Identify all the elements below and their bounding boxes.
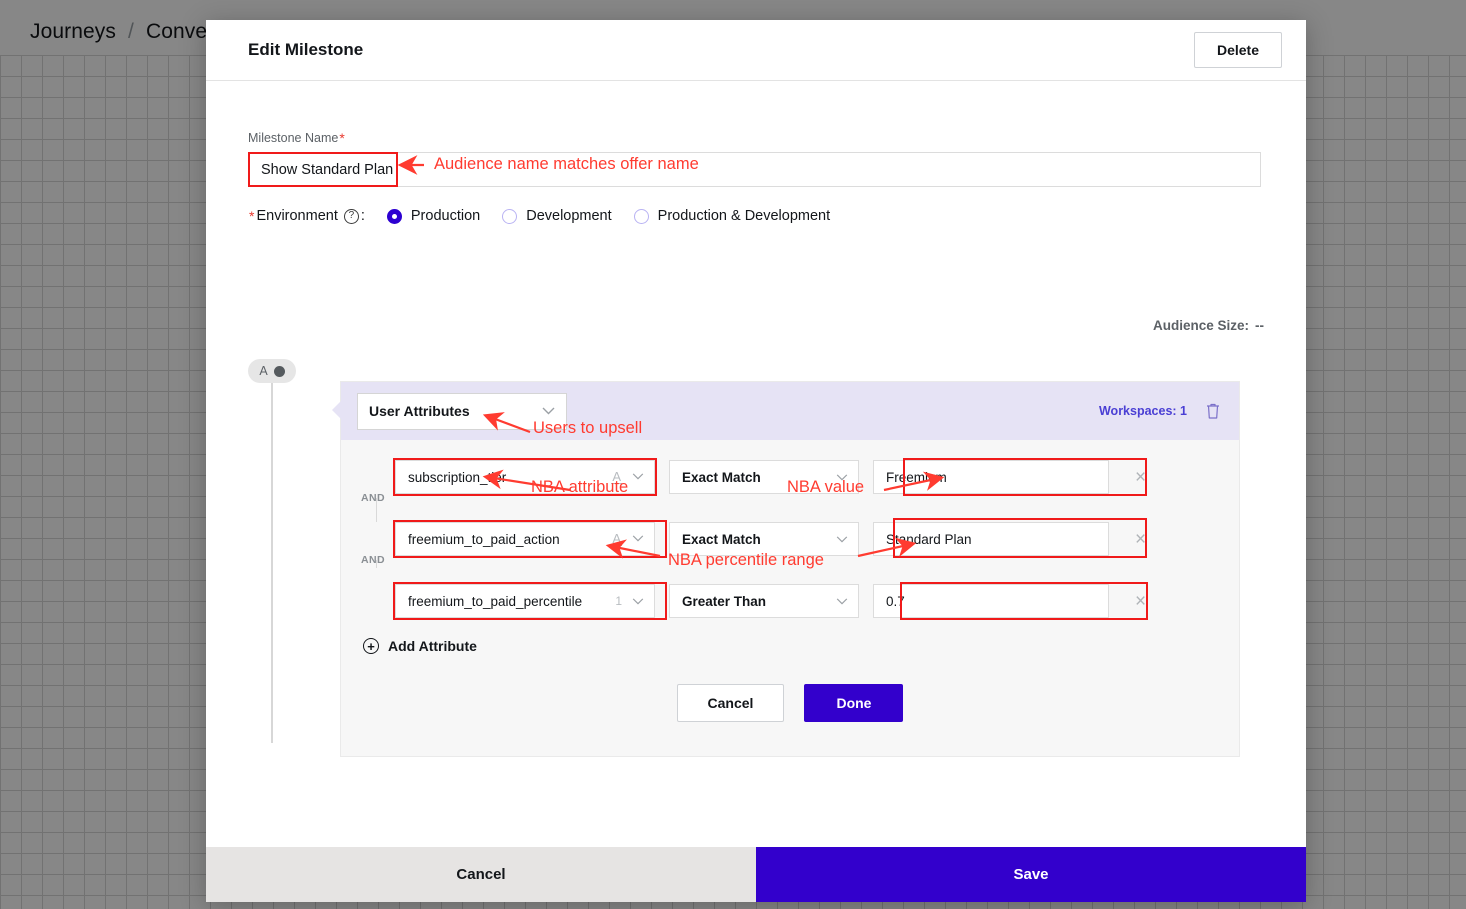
radio-development[interactable]: Development [502, 208, 612, 224]
table-row: freemium_to_paid_percentile 1 Greater Th… [393, 578, 1148, 624]
condition-row-wrap-2: AND freemium_to_paid_action A Exact Matc… [341, 492, 1239, 562]
chevron-down-icon [632, 597, 644, 605]
environment-required-asterisk: * [249, 208, 255, 224]
add-attribute-label: Add Attribute [388, 638, 477, 654]
attribute-value-3: freemium_to_paid_percentile [408, 593, 583, 609]
attribute-select-2[interactable]: freemium_to_paid_action A [395, 522, 655, 556]
edit-milestone-modal: Edit Milestone Delete Milestone Name* * … [206, 20, 1306, 902]
audience-size: Audience Size: -- [1153, 318, 1264, 333]
value-text-2: Standard Plan [886, 531, 972, 547]
environment-row: * Environment ? : Production Development… [248, 208, 1264, 224]
operator-value-2: Exact Match [682, 531, 761, 547]
and-label-1: AND [361, 492, 385, 504]
operator-value-3: Greater Than [682, 593, 767, 609]
chevron-down-icon [836, 535, 848, 543]
and-label-2: AND [361, 554, 385, 566]
radio-icon-development[interactable] [502, 208, 518, 224]
milestone-name-input[interactable] [248, 152, 1261, 187]
branch-badge-dot-icon [273, 365, 285, 377]
milestone-name-label: Milestone Name* [248, 131, 1264, 145]
branch-stem-line [271, 383, 273, 743]
condition-rows: subscription_tier A Exact Match Freemium… [341, 440, 1239, 756]
operator-select-1[interactable]: Exact Match [669, 460, 859, 494]
environment-label: Environment [256, 208, 338, 224]
radio-icon-production[interactable] [386, 208, 402, 224]
attribute-group-header: User Attributes Workspaces: 1 [332, 382, 1239, 440]
chevron-down-icon [632, 473, 644, 481]
milestone-name-label-text: Milestone Name [248, 131, 339, 145]
modal-title: Edit Milestone [248, 40, 364, 59]
add-attribute-button[interactable]: + Add Attribute [341, 624, 1239, 654]
attribute-group-card: User Attributes Workspaces: 1 subscripti… [332, 381, 1240, 757]
audience-size-label: Audience Size: [1152, 318, 1249, 333]
value-text-3: 0.7 [886, 593, 905, 609]
value-text-1: Freemium [886, 469, 947, 485]
help-icon[interactable]: ? [343, 208, 359, 224]
radio-label-production-and-development: Production & Development [657, 208, 831, 224]
footer-cancel-button[interactable]: Cancel [206, 847, 756, 902]
delete-button[interactable]: Delete [1193, 32, 1282, 68]
remove-condition-icon-2[interactable]: × [1135, 530, 1146, 549]
workspaces-link[interactable]: Workspaces: 1 [1099, 404, 1187, 418]
table-row: subscription_tier A Exact Match Freemium… [393, 454, 1147, 500]
table-row: freemium_to_paid_action A Exact Match St… [393, 516, 1147, 562]
attribute-type-number-icon-3: 1 [615, 594, 622, 608]
attribute-select-1[interactable]: subscription_tier A [395, 460, 655, 494]
modal-footer: Cancel Save [206, 847, 1306, 902]
operator-select-3[interactable]: Greater Than [669, 584, 859, 618]
radio-label-production: Production [410, 208, 481, 224]
condition-row-wrap-1: subscription_tier A Exact Match Freemium… [341, 454, 1239, 500]
branch-badge-a[interactable]: A [248, 359, 296, 383]
plus-circle-icon: + [363, 638, 379, 654]
value-input-2[interactable]: Standard Plan [873, 522, 1109, 556]
chevron-down-icon [632, 535, 644, 543]
radio-production-and-development[interactable]: Production & Development [633, 208, 831, 224]
chevron-down-icon [836, 597, 848, 605]
attribute-type-text-icon-1: A [611, 468, 622, 485]
remove-condition-icon-1[interactable]: × [1135, 468, 1146, 487]
card-done-button[interactable]: Done [804, 684, 904, 722]
card-action-buttons: Cancel Done [341, 654, 1239, 756]
branch-badge-column: A [248, 359, 338, 743]
branch-badge-letter: A [259, 364, 268, 378]
radio-icon-production-and-development[interactable] [633, 208, 649, 224]
card-cancel-button[interactable]: Cancel [676, 684, 785, 722]
environment-colon: : [360, 208, 365, 224]
chevron-down-icon [542, 407, 555, 415]
required-asterisk: * [339, 130, 345, 146]
trash-icon[interactable] [1205, 402, 1221, 420]
audience-size-value: -- [1255, 318, 1264, 333]
modal-header: Edit Milestone Delete [206, 20, 1306, 81]
radio-production[interactable]: Production [386, 208, 481, 224]
attribute-value-1: subscription_tier [408, 469, 507, 485]
attribute-type-text-icon-2: A [611, 530, 622, 547]
modal-body: Milestone Name* * Environment ? : Produc… [206, 81, 1306, 847]
value-input-3[interactable]: 0.7 [873, 584, 1109, 618]
attribute-select-3[interactable]: freemium_to_paid_percentile 1 [395, 584, 655, 618]
attribute-value-2: freemium_to_paid_action [408, 531, 560, 547]
value-input-1[interactable]: Freemium [873, 460, 1109, 494]
attribute-group-header-right: Workspaces: 1 [1099, 402, 1221, 420]
milestone-name-field-wrap [248, 152, 1264, 187]
attribute-source-value: User Attributes [369, 403, 470, 419]
operator-select-2[interactable]: Exact Match [669, 522, 859, 556]
chevron-down-icon [836, 473, 848, 481]
footer-save-button[interactable]: Save [756, 847, 1306, 902]
condition-row-wrap-3: AND freemium_to_paid_percentile 1 Greate… [341, 554, 1239, 624]
attribute-source-select[interactable]: User Attributes [357, 392, 567, 430]
operator-value-1: Exact Match [682, 469, 761, 485]
remove-condition-icon-3[interactable]: × [1135, 592, 1146, 611]
radio-label-development: Development [526, 208, 612, 224]
